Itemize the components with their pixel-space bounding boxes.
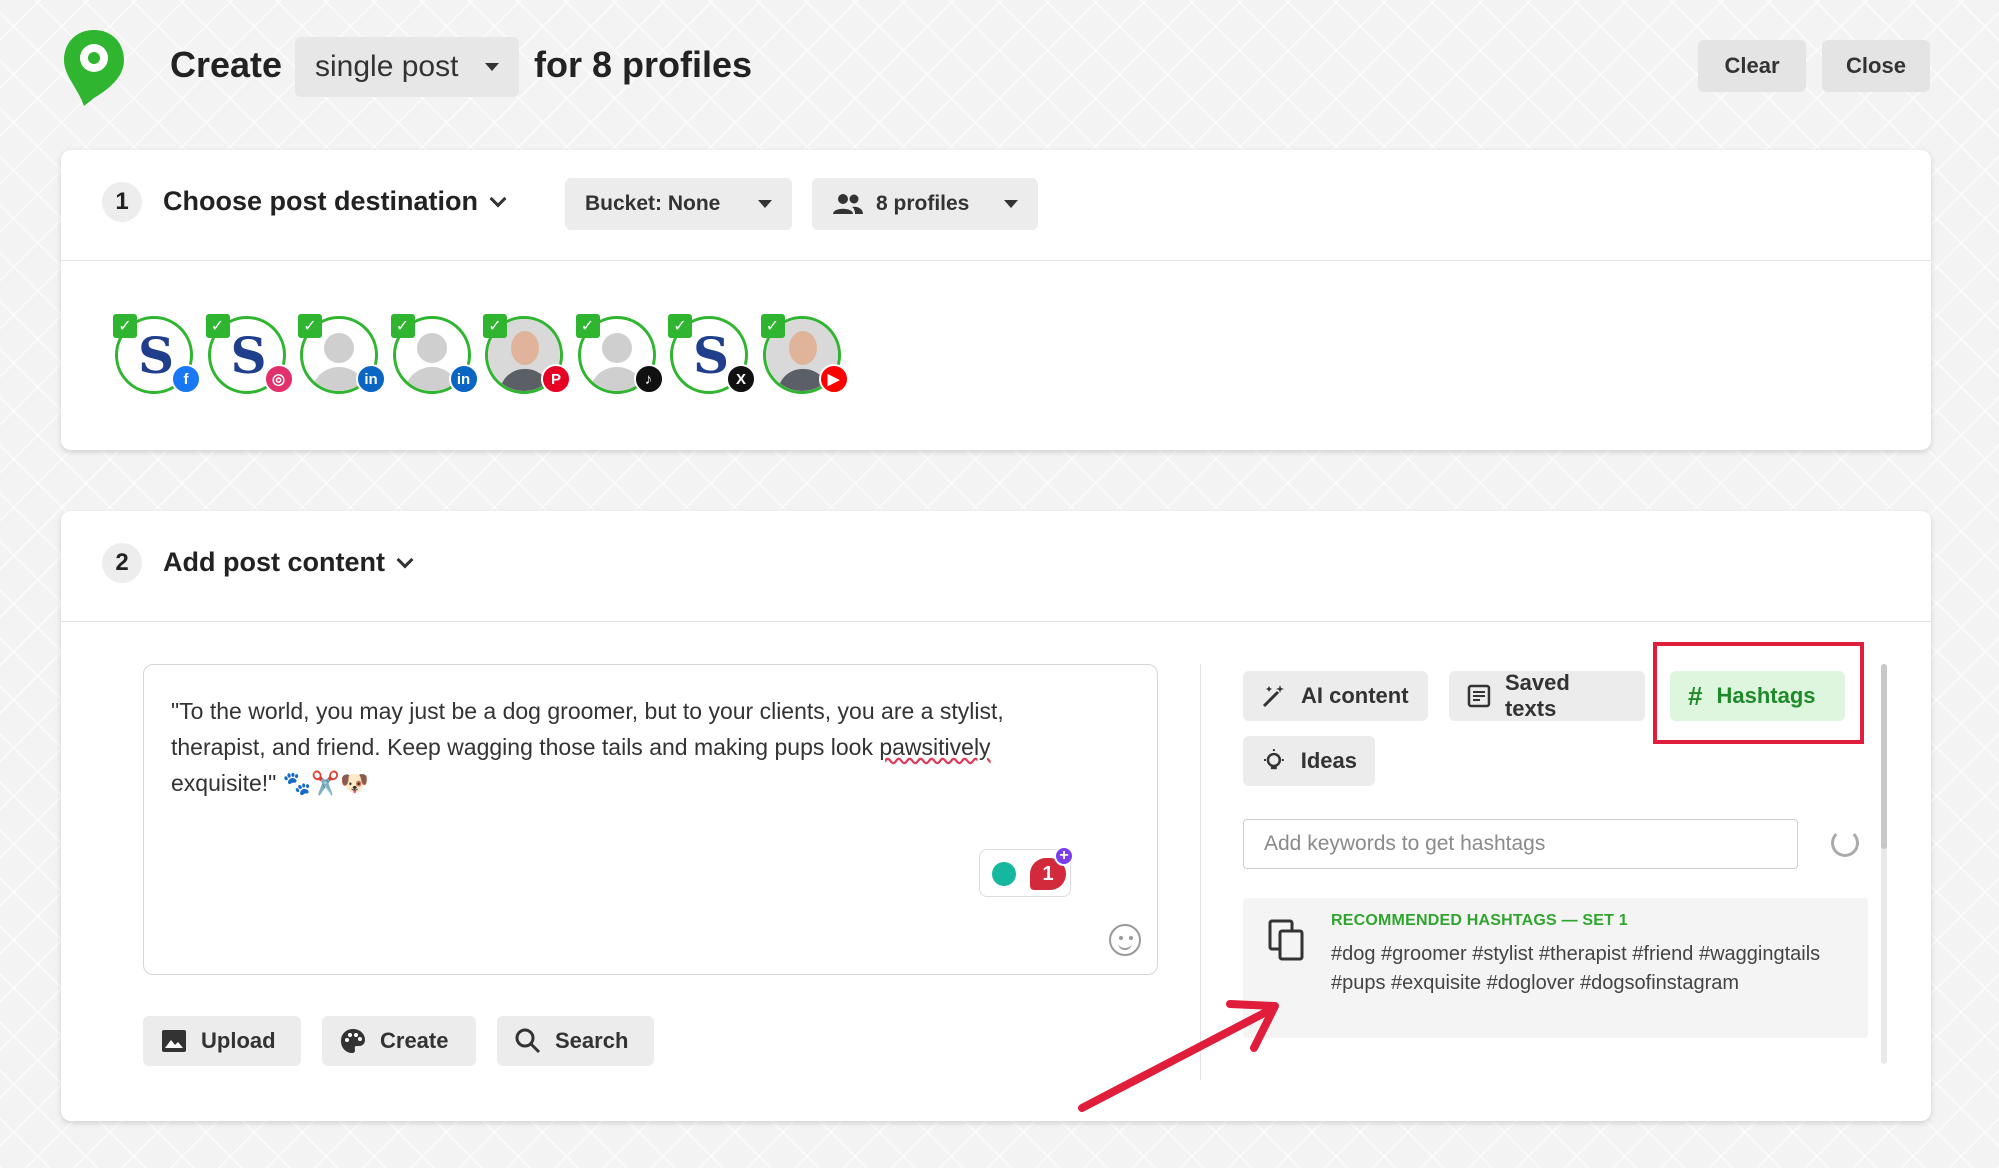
lightbulb-icon <box>992 862 1016 886</box>
profile-photo <box>788 331 817 365</box>
profile-avatar-tiktok[interactable]: ✓ ♪ <box>575 314 664 396</box>
post-type-value: single post <box>315 50 459 83</box>
profile-avatar-facebook[interactable]: S ✓ f <box>113 314 201 396</box>
caret-down-icon <box>485 63 499 71</box>
brand-logo-icon: S <box>137 325 174 385</box>
profile-photo <box>511 331 539 365</box>
magic-wand-icon <box>1262 685 1284 708</box>
recommended-hashtags-label: RECOMMENDED HASHTAGS — SET 1 <box>1331 912 1628 929</box>
x-icon: X <box>726 364 756 394</box>
checkbox-checked-icon[interactable]: ✓ <box>298 314 322 338</box>
saved-texts-tab[interactable]: Saved texts <box>1449 670 1645 721</box>
plus-icon: + <box>1054 846 1074 866</box>
checkbox-checked-icon[interactable]: ✓ <box>483 314 507 338</box>
divider <box>61 260 1931 261</box>
caret-down-icon <box>758 200 772 208</box>
profile-avatar-linkedin[interactable]: ✓ in <box>390 314 479 396</box>
profiles-select[interactable]: 8 profiles <box>812 178 1038 230</box>
copy-icon[interactable] <box>1267 918 1307 962</box>
post-text-editor[interactable]: "To the world, you may just be a dog gro… <box>143 664 1158 975</box>
checkbox-checked-icon[interactable]: ✓ <box>113 314 137 338</box>
ideas-label: Ideas <box>1300 748 1357 773</box>
caret-down-icon <box>1004 200 1018 208</box>
search-icon <box>515 1028 541 1054</box>
grammar-assistant-widget[interactable]: 1 + <box>979 846 1074 897</box>
profile-avatar-x[interactable]: S ✓ X <box>668 314 756 396</box>
ai-content-tab[interactable]: AI content <box>1243 671 1428 721</box>
checkbox-checked-icon[interactable]: ✓ <box>390 314 415 338</box>
person-icon <box>416 333 447 363</box>
destination-toggle[interactable]: Choose post destination <box>163 186 507 217</box>
page-title-for-profiles: for 8 profiles <box>534 44 753 85</box>
facebook-icon: f <box>171 364 201 394</box>
section-title: Add post content <box>163 547 385 577</box>
person-icon <box>601 333 632 363</box>
palette-icon <box>341 1029 365 1053</box>
profile-avatar-youtube[interactable]: ✓ ▶ <box>760 314 849 396</box>
youtube-icon: ▶ <box>818 364 849 394</box>
misspelled-word[interactable]: pawsitively <box>879 734 990 760</box>
panel-scrollbar[interactable] <box>1881 664 1887 1064</box>
step-number: 1 <box>102 182 142 222</box>
post-text-part: exquisite!" 🐾✂️🐶 <box>171 770 369 796</box>
chevron-down-icon <box>396 551 414 568</box>
ai-content-label: AI content <box>1301 683 1409 708</box>
linkedin-icon: in <box>448 364 479 394</box>
hashtag-keywords-input[interactable] <box>1243 819 1798 869</box>
app-logo <box>64 30 124 106</box>
annotation-arrow-icon <box>1078 1000 1279 1112</box>
close-button[interactable]: Close <box>1822 40 1930 92</box>
divider <box>61 621 1931 622</box>
bucket-label: Bucket: None <box>585 192 721 215</box>
destination-card: 1 Choose post destination Bucket: None 8… <box>61 150 1931 450</box>
upload-button[interactable]: Upload <box>143 1016 301 1066</box>
document-icon <box>1467 684 1491 708</box>
checkbox-checked-icon[interactable]: ✓ <box>575 314 600 338</box>
brand-logo-icon: S <box>692 325 729 385</box>
group-icon <box>833 194 863 214</box>
refresh-icon[interactable] <box>1831 829 1859 857</box>
saved-texts-label: Saved texts <box>1504 670 1570 721</box>
image-icon <box>162 1030 186 1052</box>
upload-label: Upload <box>201 1028 276 1053</box>
profiles-label: 8 profiles <box>876 192 970 215</box>
checkbox-checked-icon[interactable]: ✓ <box>205 314 230 338</box>
hashtags-text: #dog #groomer #stylist #therapist #frien… <box>1331 943 1821 994</box>
content-toggle[interactable]: Add post content <box>163 547 414 578</box>
post-text[interactable]: "To the world, you may just be a dog gro… <box>171 693 1071 801</box>
person-icon <box>324 333 354 363</box>
chevron-down-icon <box>489 190 507 207</box>
checkbox-checked-icon[interactable]: ✓ <box>668 314 692 338</box>
bucket-select[interactable]: Bucket: None <box>565 178 792 230</box>
scrollbar-thumb[interactable] <box>1881 664 1887 849</box>
profile-avatar-pinterest[interactable]: ✓ P <box>483 314 571 396</box>
pinterest-icon: P <box>541 364 571 394</box>
profile-avatar-instagram[interactable]: S ✓ ◎ <box>205 314 294 396</box>
clear-button[interactable]: Clear <box>1698 40 1806 92</box>
tiktok-icon: ♪ <box>633 364 664 394</box>
create-label: Create <box>380 1028 449 1053</box>
post-type-select[interactable]: single post <box>295 37 519 97</box>
brand-logo-icon: S <box>230 325 266 385</box>
create-media-button[interactable]: Create <box>322 1016 476 1066</box>
emoji-icon[interactable] <box>1109 924 1141 956</box>
lightbulb-icon <box>1263 749 1284 770</box>
profile-avatar-linkedin[interactable]: ✓ in <box>298 314 386 396</box>
instagram-icon: ◎ <box>263 364 294 394</box>
checkbox-checked-icon[interactable]: ✓ <box>760 314 785 338</box>
ideas-tab[interactable]: Ideas <box>1243 736 1375 786</box>
step-number: 2 <box>102 543 142 583</box>
search-label: Search <box>555 1028 629 1053</box>
hashtags-highlight-annotation <box>1653 642 1864 744</box>
page-title-create: Create <box>170 44 283 85</box>
section-title: Choose post destination <box>163 186 479 216</box>
recommended-hashtags-card[interactable]: RECOMMENDED HASHTAGS — SET 1 #dog #groom… <box>1243 898 1868 1038</box>
linkedin-icon: in <box>356 364 386 394</box>
search-media-button[interactable]: Search <box>497 1016 654 1066</box>
